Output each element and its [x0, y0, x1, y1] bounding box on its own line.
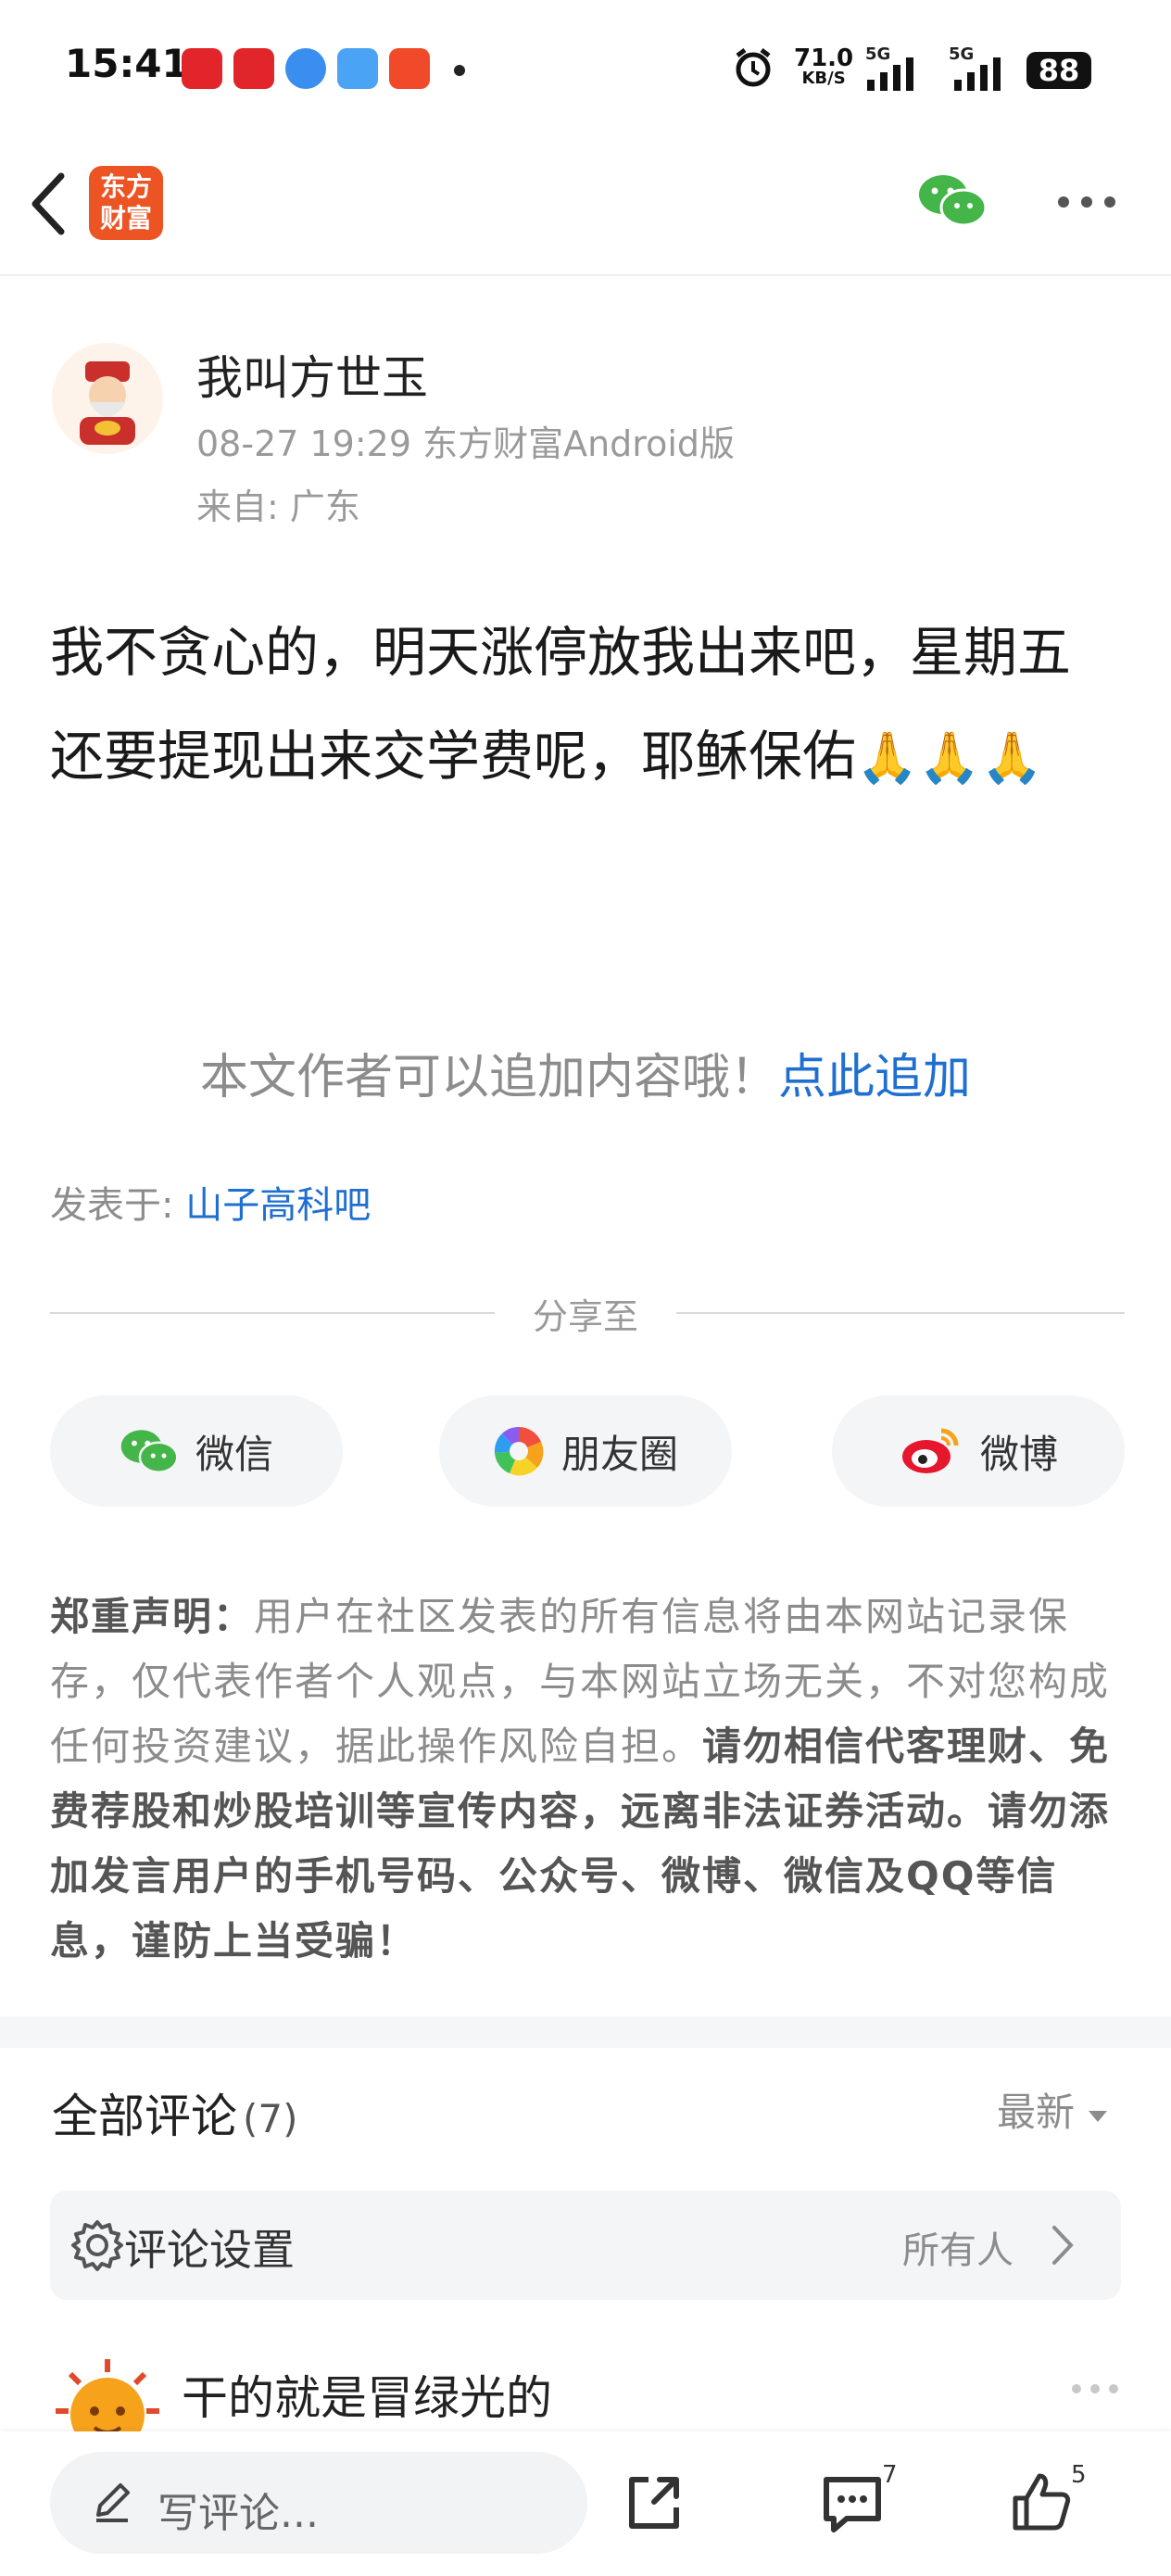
comments-icon[interactable] [819, 2470, 886, 2541]
share-title: 分享至 [532, 1296, 638, 1337]
chevron-right-icon [1051, 2224, 1077, 2270]
app-notification-icon [285, 48, 326, 89]
battery-indicator: 88 [1026, 52, 1091, 89]
share-moments-button[interactable]: 朋友圈 [439, 1395, 732, 1507]
comment-input-placeholder: 写评论... [157, 2490, 319, 2537]
comment-settings-value: 所有人 [902, 2229, 1014, 2272]
section-gap [0, 2016, 1171, 2048]
commenter-name[interactable]: 干的就是冒绿光的 [182, 2361, 552, 2428]
append-content-prompt: 本文作者可以追加内容哦！点此追加 [0, 1038, 1171, 1107]
share-weibo-label: 微博 [979, 1431, 1058, 1477]
more-options-icon[interactable] [1054, 193, 1119, 215]
like-count-badge: 5 [1071, 2461, 1087, 2489]
share-weibo-button[interactable]: 微博 [832, 1395, 1125, 1507]
sort-label: 最新 [997, 2090, 1076, 2135]
alarm-icon [732, 46, 774, 93]
more-notifications-dot [454, 65, 465, 76]
post-meta: 08-27 19:29 东方财富Android版 [196, 423, 736, 464]
append-prompt-text: 本文作者可以追加内容哦！ [199, 1050, 778, 1105]
thumbs-up-icon[interactable] [1008, 2469, 1075, 2539]
comment-settings-label: 评论设置 [124, 2225, 295, 2275]
app-logo: 东方 财富 [89, 166, 163, 240]
app-notification-icon [182, 48, 222, 89]
comment-count-badge: 7 [882, 2461, 898, 2489]
comments-title: 全部评论 (7) [52, 2079, 298, 2146]
pencil-icon [89, 2478, 135, 2528]
posted-in: 发表于: 山子高科吧 [50, 1175, 371, 1229]
signal-icon [867, 57, 921, 95]
gear-icon [69, 2216, 126, 2278]
moments-icon [494, 1426, 544, 1476]
share-wechat-label: 微信 [195, 1431, 273, 1477]
wechat-share-icon[interactable] [917, 172, 988, 232]
weibo-icon [901, 1428, 959, 1473]
append-link[interactable]: 点此追加 [778, 1050, 971, 1105]
author-avatar[interactable] [52, 343, 163, 454]
share-out-icon[interactable] [621, 2470, 686, 2539]
comments-count: (7) [243, 2096, 298, 2141]
comments-sort-dropdown[interactable]: 最新 [997, 2081, 1109, 2138]
comments-title-text: 全部评论 [52, 2090, 237, 2143]
post-content: 我不贪心的，明天涨停放我出来吧，星期五还要提现出来交学费呢，耶稣保佑🙏🙏🙏 [50, 600, 1115, 810]
app-notification-icon [233, 48, 274, 89]
disclaimer-title: 郑重声明： [50, 1594, 255, 1639]
share-moments-label: 朋友圈 [560, 1431, 678, 1477]
divider [50, 1312, 495, 1314]
author-name[interactable]: 我叫方世玉 [196, 341, 428, 408]
divider [676, 1312, 1125, 1314]
back-icon[interactable] [24, 167, 70, 245]
share-wechat-button[interactable]: 微信 [50, 1395, 343, 1507]
posted-in-label: 发表于: [50, 1184, 174, 1227]
post-location: 来自: 广东 [196, 486, 360, 527]
caret-down-icon [1089, 2111, 1108, 2122]
forum-link[interactable]: 山子高科吧 [185, 1184, 371, 1227]
signal-icon [954, 57, 1008, 95]
top-bar [0, 139, 1171, 276]
disclaimer: 郑重声明：用户在社区发表的所有信息将由本网站记录保存，仅代表作者个人观点，与本网… [50, 1585, 1125, 1974]
wechat-icon [120, 1430, 179, 1473]
praying-hands-emoji: 🙏🙏🙏 [856, 728, 1043, 787]
status-time: 15:41 [65, 41, 189, 86]
comment-more-icon[interactable] [1069, 2381, 1121, 2400]
video-app-icon [389, 48, 430, 89]
network-speed: 71.0 KB/S [794, 44, 854, 88]
weather-icon [337, 48, 378, 89]
